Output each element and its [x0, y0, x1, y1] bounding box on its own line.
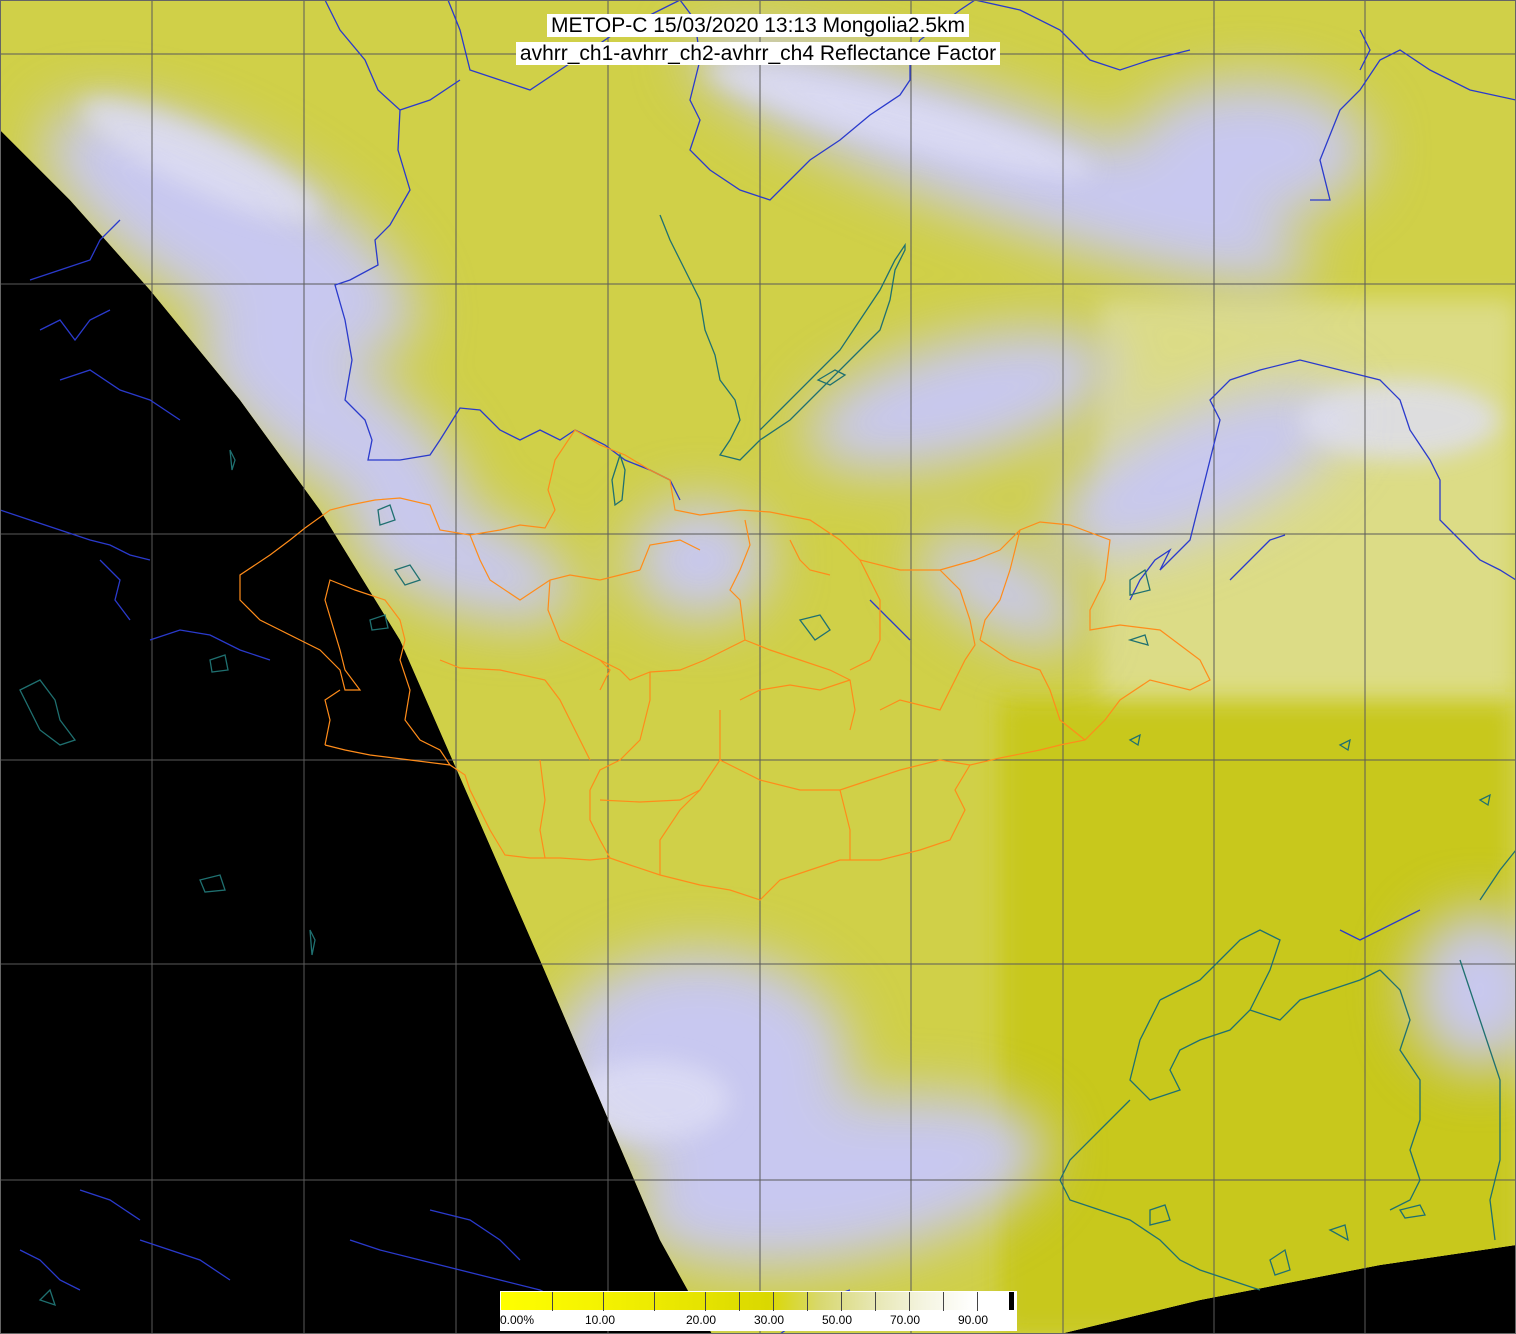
- scale-label-0: 0.00%: [500, 1313, 535, 1327]
- title-line-1: METOP-C 15/03/2020 13:13 Mongolia2.5km: [0, 14, 1516, 37]
- color-scale-labels: 0.00% 10.00 20.00 30.00 50.00 70.00 90.0…: [500, 1311, 1017, 1331]
- title-text-1: METOP-C 15/03/2020 13:13 Mongolia2.5km: [546, 14, 969, 37]
- title-line-2: avhrr_ch1-avhrr_ch2-avhrr_ch4 Reflectanc…: [0, 42, 1516, 65]
- scale-label-90: 90.00: [958, 1313, 989, 1327]
- scale-label-70: 70.00: [890, 1313, 921, 1327]
- scale-label-20: 20.00: [686, 1313, 717, 1327]
- color-scale-bar: 0.00% 10.00 20.00 30.00 50.00 70.00 90.0…: [500, 1291, 1017, 1331]
- title-text-2: avhrr_ch1-avhrr_ch2-avhrr_ch4 Reflectanc…: [515, 42, 1001, 65]
- scale-label-50: 50.00: [822, 1313, 853, 1327]
- satellite-map: [0, 0, 1516, 1334]
- scale-label-10: 10.00: [585, 1313, 616, 1327]
- scale-label-30: 30.00: [754, 1313, 785, 1327]
- color-scale-ramp: [500, 1291, 1017, 1312]
